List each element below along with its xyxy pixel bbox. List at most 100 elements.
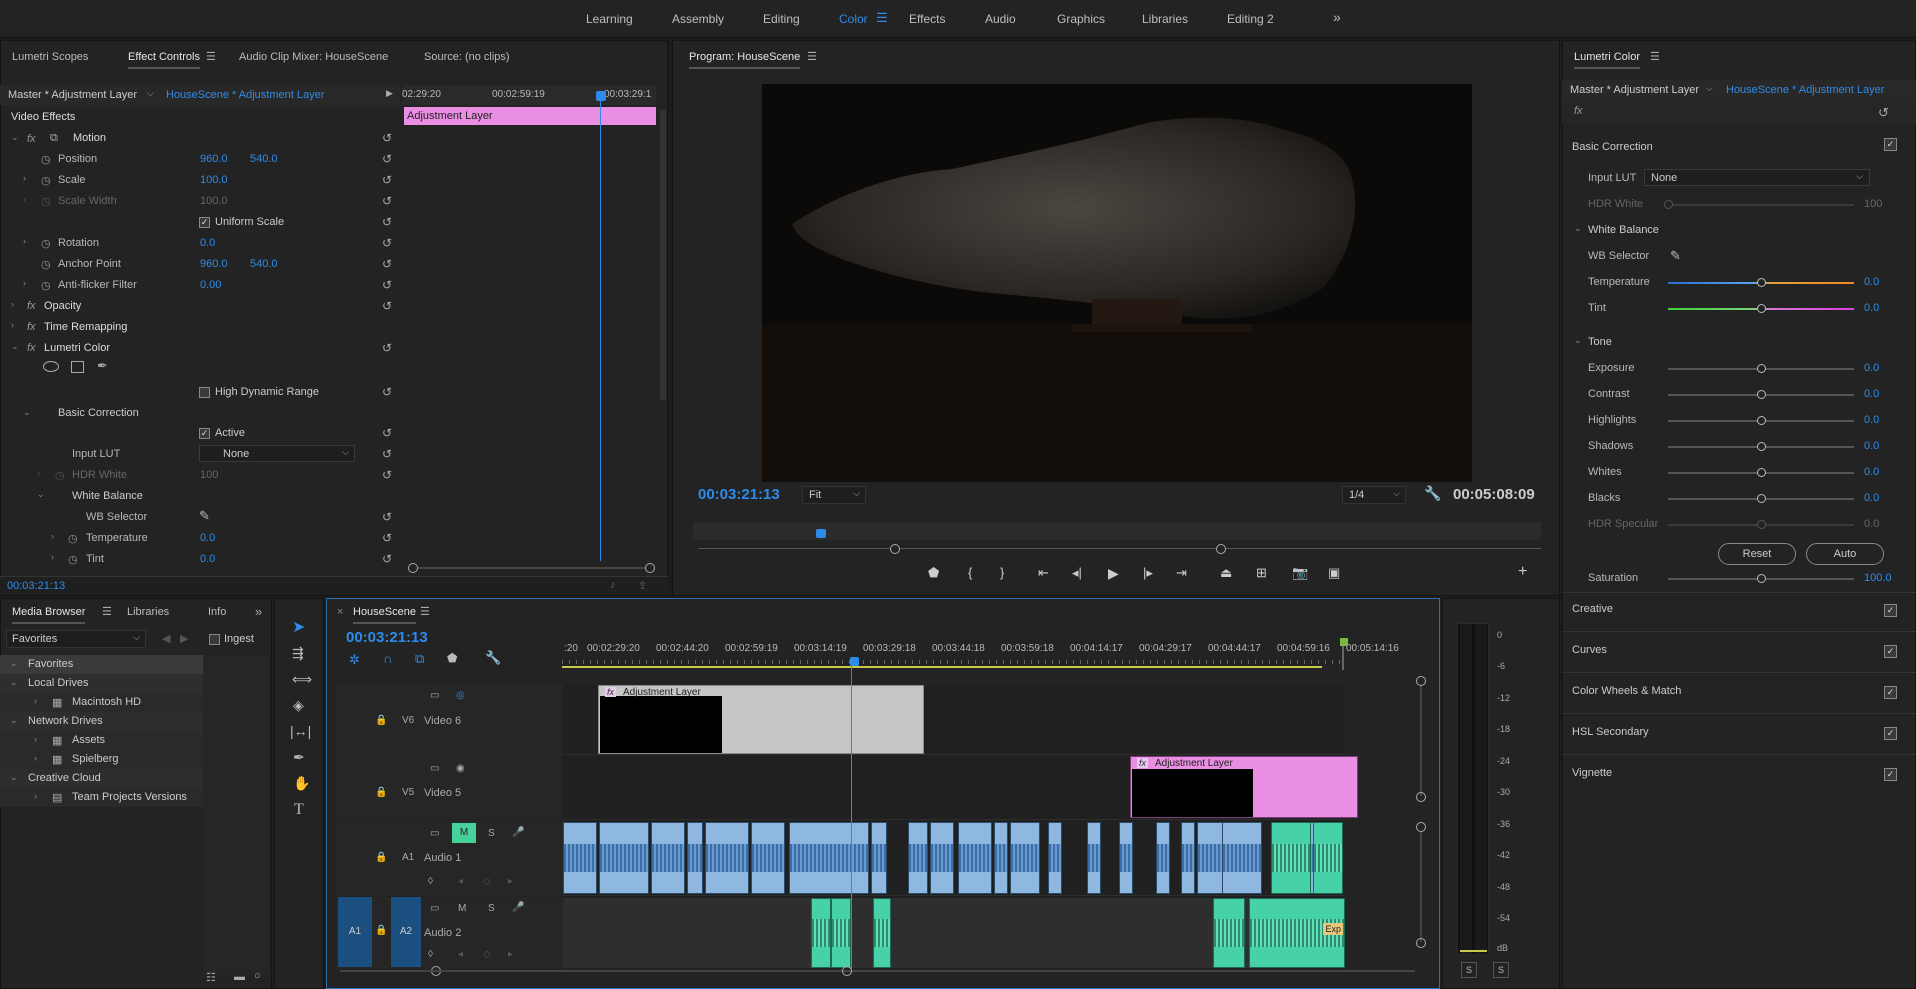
step-back-icon[interactable]: ◂| xyxy=(1072,565,1082,581)
lumetri-clip-label[interactable]: HouseScene * Adjustment Layer xyxy=(1726,84,1884,96)
temperature-value[interactable]: 0.0 xyxy=(1864,272,1879,292)
workspace-graphics[interactable]: Graphics xyxy=(1057,12,1105,26)
panel-menu-icon[interactable]: ☰ xyxy=(206,50,216,63)
keyframe-icon[interactable]: ◊ xyxy=(428,876,433,887)
antiflicker-value[interactable]: 0.00 xyxy=(200,275,221,295)
workspace-editing[interactable]: Editing xyxy=(763,12,800,26)
favorites-select[interactable]: Favorites ⌵ xyxy=(6,630,146,648)
curves-header[interactable]: Curves xyxy=(1572,640,1607,660)
vertical-zoom-handle[interactable] xyxy=(1416,676,1426,686)
mark-out-icon[interactable]: } xyxy=(1000,565,1004,580)
ingest-checkbox[interactable] xyxy=(209,634,220,645)
vertical-zoom-handle[interactable] xyxy=(1416,822,1426,832)
rectangle-mask-icon[interactable] xyxy=(71,361,84,373)
mark-in-icon[interactable]: { xyxy=(968,565,972,580)
blacks-value[interactable]: 0.0 xyxy=(1864,488,1879,508)
workspace-assembly[interactable]: Assembly xyxy=(672,12,724,26)
ellipse-mask-icon[interactable] xyxy=(43,361,59,372)
tone-auto-button[interactable]: Auto xyxy=(1806,543,1884,565)
wrench-icon[interactable]: 🔧 xyxy=(1424,485,1441,502)
hsl-secondary-checkbox[interactable]: ✓ xyxy=(1884,727,1897,740)
prev-keyframe-icon[interactable]: ◂ xyxy=(458,876,463,887)
panel-menu-icon[interactable]: ☰ xyxy=(102,605,112,618)
reset-icon[interactable]: ↺ xyxy=(380,426,394,440)
toggle-sync-icon[interactable]: ▭ xyxy=(430,690,439,701)
reset-icon[interactable]: ↺ xyxy=(380,131,394,145)
stopwatch-icon[interactable]: ◷ xyxy=(41,237,51,250)
expand-triangle-icon[interactable]: › xyxy=(23,278,26,288)
expand-triangle-icon[interactable]: › xyxy=(11,299,14,309)
extract-icon[interactable]: ⊞ xyxy=(1256,565,1267,581)
audio-clip-selected[interactable] xyxy=(811,898,831,968)
tree-item-team-projects-versions[interactable]: › ▤ Team Projects Versions xyxy=(0,788,203,807)
audio-clip[interactable] xyxy=(958,822,992,894)
next-keyframe-icon[interactable]: ▸ xyxy=(508,876,513,887)
tree-item-assets[interactable]: › ▦ Assets xyxy=(0,731,203,750)
audio-clip-selected[interactable] xyxy=(1271,822,1311,894)
tone-reset-button[interactable]: Reset xyxy=(1718,543,1796,565)
camera-icon[interactable]: 📷 xyxy=(1292,565,1308,581)
audio-clip[interactable] xyxy=(908,822,928,894)
icon-view-icon[interactable]: ▬ xyxy=(234,971,245,983)
type-tool-icon[interactable]: T xyxy=(294,801,304,819)
forward-arrow-icon[interactable]: ▶ xyxy=(180,632,188,645)
workspace-menu-icon[interactable]: ☰ xyxy=(876,10,888,26)
vertical-zoom-handle[interactable] xyxy=(1416,792,1426,802)
tab-libraries[interactable]: Libraries xyxy=(127,606,169,618)
vignette-checkbox[interactable]: ✓ xyxy=(1884,768,1897,781)
zoom-handle-left[interactable] xyxy=(890,544,900,554)
lock-icon[interactable]: 🔒 xyxy=(375,925,387,936)
solo-left-button[interactable]: S xyxy=(1461,962,1477,978)
tab-source[interactable]: Source: (no clips) xyxy=(424,51,510,63)
reset-icon[interactable]: ↺ xyxy=(380,447,394,461)
audio-clip[interactable] xyxy=(1119,822,1133,894)
solo-right-button[interactable]: S xyxy=(1493,962,1509,978)
slider-knob[interactable] xyxy=(1757,468,1766,477)
expand-triangle-icon[interactable]: › xyxy=(11,320,14,330)
tree-item-network-drives[interactable]: ⌄ Network Drives xyxy=(0,712,203,731)
program-zoom-bar[interactable] xyxy=(698,548,1541,549)
basic-correction-checkbox[interactable]: ✓ xyxy=(1884,138,1897,151)
step-forward-icon[interactable]: |▸ xyxy=(1143,565,1153,581)
pen-mask-icon[interactable]: ✒ xyxy=(97,358,108,374)
reset-icon[interactable]: ↺ xyxy=(380,531,394,545)
zoom-handle-right[interactable] xyxy=(1216,544,1226,554)
panel-menu-icon[interactable]: ☰ xyxy=(807,50,817,63)
workspace-libraries[interactable]: Libraries xyxy=(1142,12,1188,26)
go-to-out-icon[interactable]: ⇥ xyxy=(1176,565,1187,581)
audio-clip[interactable] xyxy=(1048,822,1062,894)
zoom-handle-right[interactable] xyxy=(645,563,655,573)
program-video-frame[interactable] xyxy=(762,84,1472,482)
stopwatch-icon[interactable]: ◷ xyxy=(41,174,51,187)
fx-icon[interactable]: fx xyxy=(1574,105,1583,117)
reset-icon[interactable]: ↺ xyxy=(380,385,394,399)
timeline-timecode[interactable]: 00:03:21:13 xyxy=(346,629,428,646)
slider-knob[interactable] xyxy=(1757,494,1766,503)
toggle-sync-icon[interactable]: ▭ xyxy=(430,828,439,839)
collapse-triangle-icon[interactable]: ⌄ xyxy=(1574,335,1582,346)
timeline-ruler[interactable]: :20 00:02:29:20 00:02:44:20 00:02:59:19 … xyxy=(562,638,1399,670)
zoom-handle-left[interactable] xyxy=(408,563,418,573)
eyedropper-icon[interactable]: ✎ xyxy=(199,508,210,524)
resolution-select[interactable]: 1/4 ⌵ xyxy=(1342,486,1406,504)
slider-knob[interactable] xyxy=(1757,416,1766,425)
mute-button[interactable]: M xyxy=(452,823,476,843)
reset-icon[interactable]: ↺ xyxy=(380,173,394,187)
temperature-value[interactable]: 0.0 xyxy=(200,528,215,548)
whites-value[interactable]: 0.0 xyxy=(1864,462,1879,482)
slider-knob[interactable] xyxy=(1757,364,1766,373)
go-to-in-icon[interactable]: ⇤ xyxy=(1038,565,1049,581)
comparison-view-icon[interactable]: ▣ xyxy=(1328,565,1340,581)
tree-item-spielberg[interactable]: › ▦ Spielberg xyxy=(0,750,203,769)
wrench-icon[interactable]: 🔧 xyxy=(485,650,501,666)
nest-icon[interactable]: ✲ xyxy=(349,652,360,668)
track-select-tool-icon[interactable]: ⇶ xyxy=(292,645,304,662)
back-arrow-icon[interactable]: ◀ xyxy=(162,632,170,645)
tracks-area[interactable]: fx Adjustment Layer fx Adjustment Layer … xyxy=(563,685,1358,969)
collapse-triangle-icon[interactable]: ⌄ xyxy=(37,489,45,500)
solo-button[interactable]: S xyxy=(488,903,495,914)
hsl-secondary-header[interactable]: HSL Secondary xyxy=(1572,722,1649,742)
audio-clip[interactable] xyxy=(994,822,1008,894)
input-lut-select[interactable]: None ⌵ xyxy=(1644,169,1870,186)
chevron-down-icon[interactable]: ⌵ xyxy=(147,88,154,99)
